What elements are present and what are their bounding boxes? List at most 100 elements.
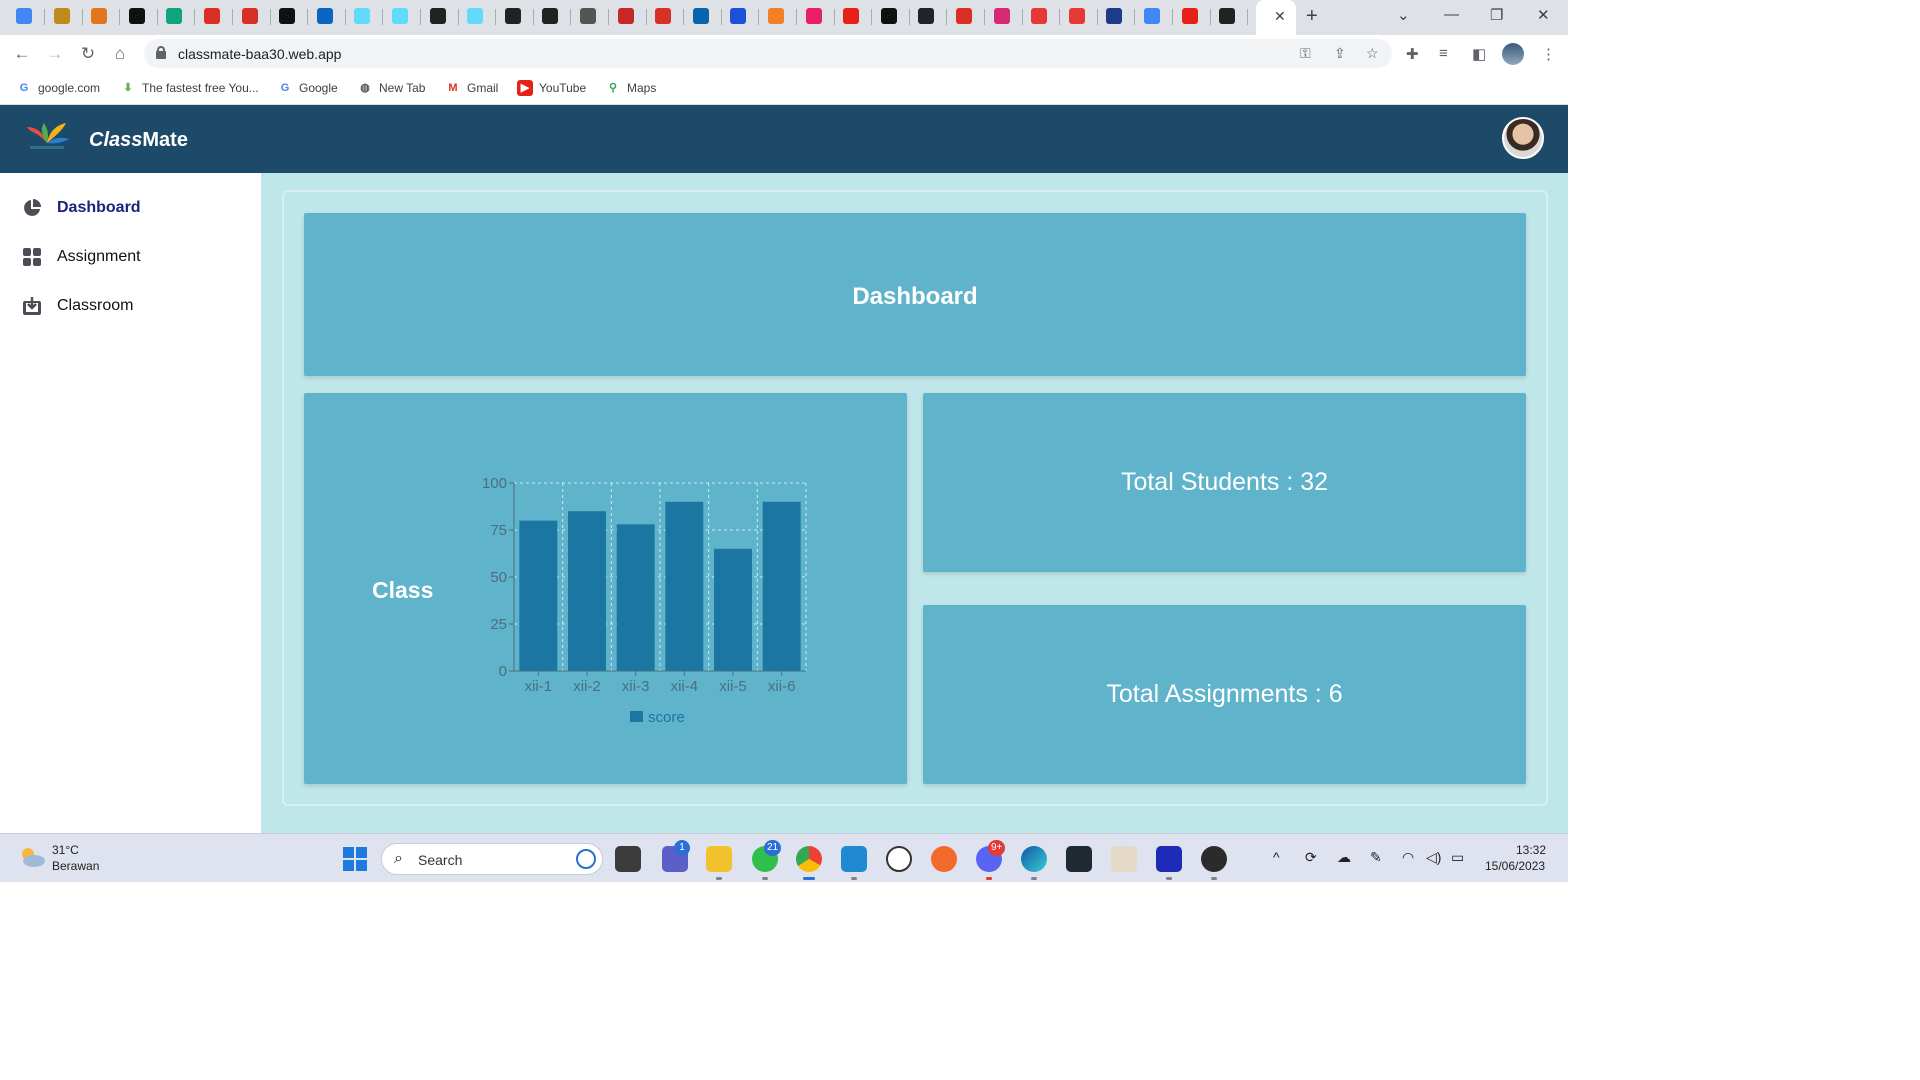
tab-favicon-icon[interactable] xyxy=(580,8,596,24)
wifi-icon[interactable]: ◠ xyxy=(1402,849,1414,866)
tab-favicon-icon[interactable] xyxy=(1144,8,1160,24)
bookmark-new-tab[interactable]: ◍ New Tab xyxy=(357,80,425,96)
battery-icon[interactable]: ▭ xyxy=(1451,849,1464,866)
windows-taskbar: 31°C Berawan ⌕ Search 1 21 9+ ^ ⟳ ☁ ✎ ◠ … xyxy=(0,833,1568,882)
tab-favicon-icon[interactable] xyxy=(16,8,32,24)
chart-y-tick-label: 50 xyxy=(490,569,507,586)
lock-icon[interactable] xyxy=(156,46,166,59)
bookmark-google[interactable]: G Google xyxy=(277,80,338,96)
tab-favicon-icon[interactable] xyxy=(730,8,747,24)
address-text[interactable]: classmate-baa30.web.app xyxy=(178,46,341,62)
soccer-ball-icon[interactable] xyxy=(886,846,912,872)
tab-favicon-icon[interactable] xyxy=(279,8,296,24)
bookmark-gmail[interactable]: M Gmail xyxy=(445,80,498,96)
chrome-icon[interactable] xyxy=(796,846,822,872)
tab-favicon-icon[interactable] xyxy=(542,8,559,24)
tab-favicon-icon[interactable] xyxy=(1106,8,1123,24)
tab-favicon-icon[interactable] xyxy=(241,8,258,24)
reload-icon[interactable]: ↻ xyxy=(78,44,98,64)
file-explorer-icon[interactable] xyxy=(706,846,732,872)
game-launcher-icon[interactable] xyxy=(1111,846,1137,872)
bing-icon[interactable] xyxy=(576,849,596,869)
sync-icon[interactable]: ⟳ xyxy=(1305,849,1317,866)
close-tab-icon[interactable]: ✕ xyxy=(1274,8,1286,25)
media-queue-icon[interactable]: ≡ xyxy=(1439,45,1448,62)
tab-favicon-icon[interactable] xyxy=(918,8,935,24)
bookmark-fastest-free[interactable]: ⬇ The fastest free You... xyxy=(120,80,259,96)
weather-temperature[interactable]: 31°C xyxy=(52,843,79,857)
tab-separator xyxy=(796,9,797,25)
menu-kebab-icon[interactable]: ⋮ xyxy=(1541,45,1556,63)
show-hidden-icons-chevron-icon[interactable]: ^ xyxy=(1273,849,1280,865)
grid-icon xyxy=(23,248,41,266)
tab-favicon-icon[interactable] xyxy=(204,8,220,24)
tab-favicon-icon[interactable] xyxy=(467,8,484,24)
tab-favicon-icon[interactable] xyxy=(956,8,972,24)
tab-favicon-icon[interactable] xyxy=(166,8,183,24)
tab-favicon-icon[interactable] xyxy=(655,8,672,24)
tab-favicon-icon[interactable] xyxy=(768,8,784,24)
tab-favicon-icon[interactable] xyxy=(91,8,108,24)
address-bar[interactable]: classmate-baa30.web.app ⚿ ⇪ ☆ xyxy=(144,39,1392,68)
tab-favicon-icon[interactable] xyxy=(843,8,860,24)
onedrive-cloud-icon[interactable]: ☁ xyxy=(1337,849,1351,866)
weather-condition[interactable]: Berawan xyxy=(52,859,99,873)
task-view-icon[interactable] xyxy=(615,846,641,872)
share-icon[interactable]: ⇪ xyxy=(1334,45,1346,62)
close-window-button[interactable]: ✕ xyxy=(1537,6,1550,24)
new-tab-button[interactable]: + xyxy=(1306,5,1318,28)
tab-favicon-icon[interactable] xyxy=(993,8,1010,24)
back-icon[interactable]: ← xyxy=(12,44,32,64)
postman-icon[interactable] xyxy=(931,846,957,872)
tab-favicon-icon[interactable] xyxy=(316,8,333,24)
media-player-icon[interactable] xyxy=(1201,846,1227,872)
bookmark-star-icon[interactable]: ☆ xyxy=(1366,45,1379,62)
app-title[interactable]: ClassMate xyxy=(89,129,188,152)
bookmark-maps[interactable]: ⚲ Maps xyxy=(605,80,656,96)
forward-icon[interactable]: → xyxy=(45,44,65,64)
tab-favicon-icon[interactable] xyxy=(1219,8,1236,24)
league-of-legends-icon[interactable] xyxy=(1066,846,1092,872)
microphone-muted-icon[interactable]: ✎ xyxy=(1370,849,1382,866)
extensions-icon[interactable]: ✚ xyxy=(1406,45,1419,63)
bookmark-google-com[interactable]: G google.com xyxy=(16,80,100,96)
gmail-icon: M xyxy=(448,82,458,94)
volume-icon[interactable]: ◁) xyxy=(1426,849,1441,866)
tab-favicon-icon[interactable] xyxy=(429,8,446,24)
sidebar-item-label: Dashboard xyxy=(57,199,141,216)
tab-favicon-icon[interactable] xyxy=(1181,8,1198,24)
vscode-icon[interactable] xyxy=(841,846,867,872)
browser-profile-avatar[interactable] xyxy=(1502,43,1524,65)
bookmark-label: The fastest free You... xyxy=(142,81,259,95)
tab-favicon-icon[interactable] xyxy=(1031,8,1048,24)
tab-favicon-icon[interactable] xyxy=(880,8,897,24)
side-panel-icon[interactable]: ◧ xyxy=(1472,45,1486,63)
minimize-button[interactable]: — xyxy=(1444,6,1459,23)
tab-favicon-icon[interactable] xyxy=(53,8,70,24)
sidebar-item-classroom[interactable]: Classroom xyxy=(0,286,261,326)
taskbar-search[interactable]: ⌕ Search xyxy=(381,843,603,875)
password-key-icon[interactable]: ⚿ xyxy=(1300,45,1311,62)
active-tab[interactable]: ✕ xyxy=(1256,0,1296,35)
bookmark-youtube[interactable]: ▶ YouTube xyxy=(517,80,586,96)
sidebar-item-dashboard[interactable]: Dashboard xyxy=(0,188,261,228)
user-avatar[interactable] xyxy=(1502,117,1544,159)
tab-favicon-icon[interactable] xyxy=(354,8,371,24)
webex-icon[interactable] xyxy=(1156,846,1182,872)
cloudy-weather-icon[interactable] xyxy=(18,846,46,868)
home-icon[interactable]: ⌂ xyxy=(110,44,130,64)
tab-favicon-icon[interactable] xyxy=(805,8,822,24)
edge-icon[interactable] xyxy=(1021,846,1047,872)
clock-time[interactable]: 13:32 xyxy=(1516,843,1546,857)
restore-button[interactable]: ❐ xyxy=(1490,6,1503,24)
tab-favicon-icon[interactable] xyxy=(692,8,709,24)
tab-favicon-icon[interactable] xyxy=(128,8,145,24)
tab-favicon-icon[interactable] xyxy=(617,8,634,24)
clock-date[interactable]: 15/06/2023 xyxy=(1485,859,1545,873)
tab-favicon-icon[interactable] xyxy=(504,8,521,24)
sidebar-item-assignment[interactable]: Assignment xyxy=(0,237,261,277)
tab-favicon-icon[interactable] xyxy=(1068,8,1085,24)
start-button[interactable] xyxy=(343,847,367,871)
tab-search-icon[interactable]: ⌄ xyxy=(1397,6,1410,24)
tab-favicon-icon[interactable] xyxy=(392,8,408,24)
